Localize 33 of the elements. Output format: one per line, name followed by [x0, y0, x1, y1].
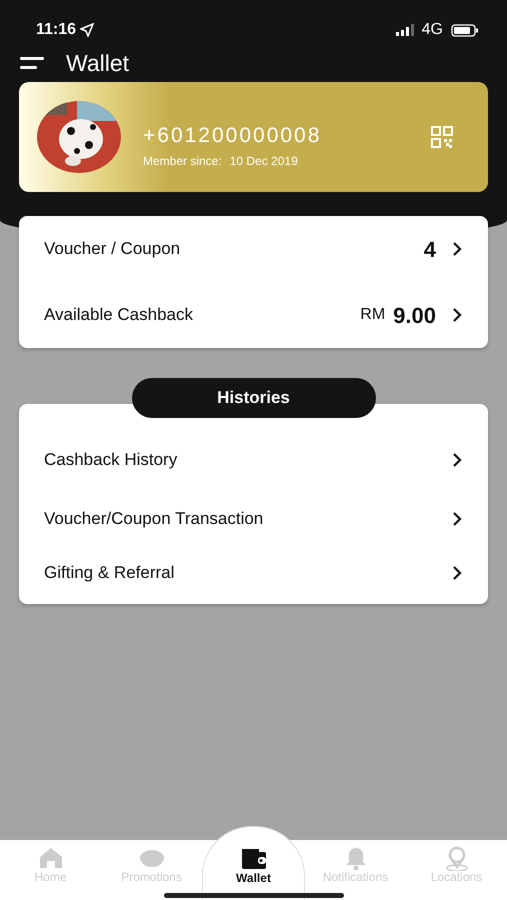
member-since-label: Member since:	[143, 152, 222, 170]
chevron-right-icon	[452, 510, 462, 526]
phone-number: +601200000008	[143, 123, 322, 150]
summary-row[interactable]: Available Cashback RM 9.00	[19, 282, 488, 348]
chevron-right-icon	[452, 452, 462, 468]
row-value: 9.00	[393, 302, 436, 330]
wallet-icon	[240, 846, 268, 872]
chevron-right-icon	[452, 307, 462, 323]
currency-label: RM	[360, 305, 386, 325]
row-value: 4	[424, 236, 436, 264]
battery-icon	[451, 24, 479, 36]
clock-time: 11:16	[36, 20, 76, 40]
network-type: 4G	[422, 20, 443, 40]
row-label: Cashback History	[44, 448, 178, 471]
summary-row[interactable]: Voucher / Coupon 4	[19, 216, 488, 282]
row-label: Available Cashback	[44, 304, 194, 326]
menu-button[interactable]	[20, 55, 44, 71]
location-arrow-icon	[80, 23, 94, 37]
history-row[interactable]: Voucher/Coupon Transaction	[19, 489, 488, 548]
row-label: Voucher / Coupon	[44, 238, 182, 260]
page-title: Wallet	[66, 48, 130, 78]
chevron-right-icon	[452, 565, 462, 581]
chevron-right-icon	[452, 241, 462, 257]
member-since-date: 10 Dec 2019	[230, 152, 298, 170]
qr-code-icon	[430, 125, 454, 149]
tab-button[interactable]: Wallet	[202, 826, 305, 900]
history-row[interactable]: Cashback History	[19, 430, 488, 489]
row-label: Gifting & Referral	[44, 562, 174, 584]
section-title: Histories	[132, 378, 376, 418]
row-label: Voucher/Coupon Transaction	[44, 508, 264, 530]
menu-icon	[20, 55, 44, 71]
signal-icon	[396, 24, 414, 36]
history-row[interactable]: Gifting & Referral	[19, 548, 488, 598]
